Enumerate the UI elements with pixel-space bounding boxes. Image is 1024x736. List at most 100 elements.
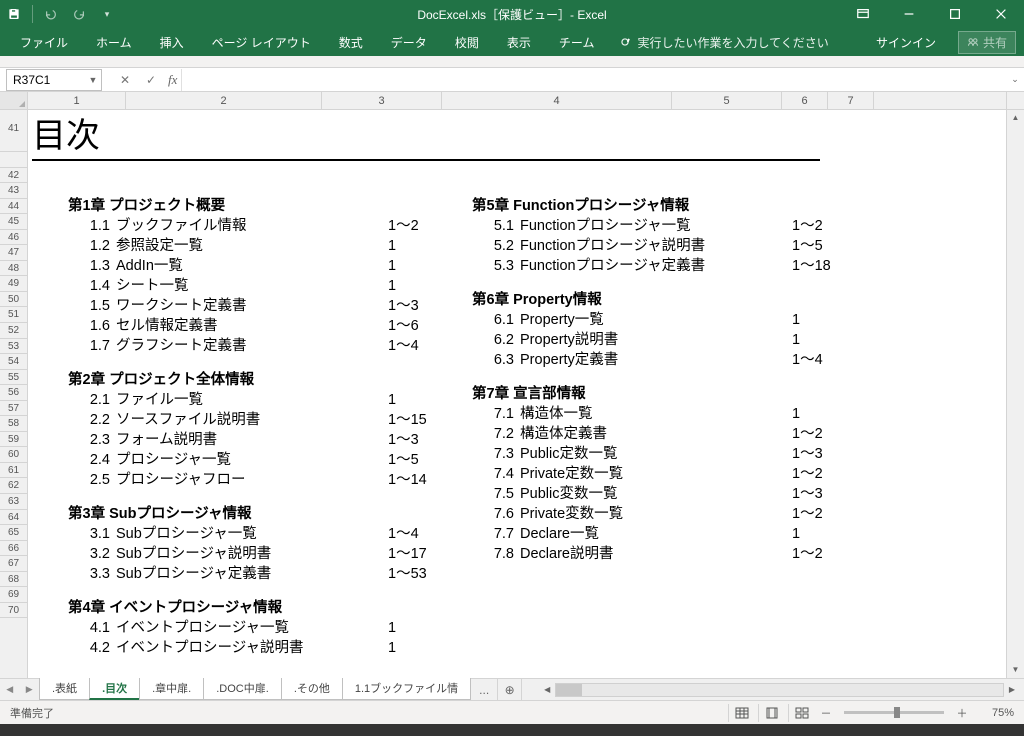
- row-header[interactable]: ·: [0, 152, 27, 168]
- sheet-tab[interactable]: .DOC中扉.: [203, 678, 282, 700]
- zoom-in-button[interactable]: ＋: [954, 705, 970, 721]
- row-header[interactable]: 43: [0, 183, 27, 199]
- worksheet-cells[interactable]: 目次 第1章 プロジェクト概要1.1ブックファイル情報1～21.2参照設定一覧1…: [28, 110, 1006, 678]
- row-header[interactable]: 58: [0, 416, 27, 432]
- row-header[interactable]: 48: [0, 261, 27, 277]
- page-layout-view-button[interactable]: [758, 704, 784, 722]
- row-header[interactable]: 61: [0, 463, 27, 479]
- row-header[interactable]: 53: [0, 339, 27, 355]
- row-header[interactable]: 56: [0, 385, 27, 401]
- toc-item: 3.1Subプロシージャ一覧1～4: [68, 524, 448, 544]
- zoom-level[interactable]: 75%: [974, 707, 1014, 719]
- save-button[interactable]: [0, 0, 28, 28]
- ribbon-tab-ページ レイアウト[interactable]: ページ レイアウト: [198, 28, 325, 56]
- scroll-up-arrow[interactable]: ▲: [1007, 110, 1024, 126]
- row-header[interactable]: 55: [0, 370, 27, 386]
- row-header[interactable]: 70: [0, 603, 27, 619]
- row-header[interactable]: 50: [0, 292, 27, 308]
- sheet-tab[interactable]: .その他: [281, 678, 343, 700]
- undo-button[interactable]: [37, 0, 65, 28]
- row-header[interactable]: 66: [0, 541, 27, 557]
- column-header[interactable]: 4: [442, 92, 672, 109]
- row-header[interactable]: 52: [0, 323, 27, 339]
- sign-in[interactable]: サインイン: [862, 34, 950, 51]
- row-header[interactable]: 54: [0, 354, 27, 370]
- row-header[interactable]: 57: [0, 401, 27, 417]
- add-sheet-button[interactable]: ⊕: [497, 679, 521, 700]
- tell-me[interactable]: 実行したい作業を入力してください: [618, 34, 828, 51]
- scroll-down-arrow[interactable]: ▼: [1007, 662, 1024, 678]
- toc-item: 5.2Functionプロシージャ説明書1～5: [472, 236, 852, 256]
- minimize-button[interactable]: [886, 0, 932, 28]
- sheet-tab[interactable]: .章中扉.: [139, 678, 204, 700]
- row-header[interactable]: 45: [0, 214, 27, 230]
- toc-item: 3.2Subプロシージャ説明書1～17: [68, 544, 448, 564]
- ribbon-tab-チーム[interactable]: チーム: [545, 28, 609, 56]
- ribbon-tab-挿入[interactable]: 挿入: [146, 28, 198, 56]
- row-header[interactable]: 60: [0, 447, 27, 463]
- scroll-right-arrow[interactable]: ▶: [1004, 685, 1020, 694]
- row-header[interactable]: 59: [0, 432, 27, 448]
- toc-item: 7.5Public変数一覧1～3: [472, 484, 852, 504]
- row-header[interactable]: 67: [0, 556, 27, 572]
- scroll-left-arrow[interactable]: ◀: [539, 685, 555, 694]
- cancel-formula-button[interactable]: ✕: [112, 69, 138, 91]
- row-header[interactable]: 65: [0, 525, 27, 541]
- vertical-scrollbar[interactable]: ▲ ▼: [1006, 110, 1024, 678]
- ribbon-tab-数式[interactable]: 数式: [325, 28, 377, 56]
- horizontal-scrollbar[interactable]: ◀ ▶: [535, 679, 1024, 700]
- toc-item: 5.3Functionプロシージャ定義書1～18: [472, 256, 852, 276]
- ribbon-tab-表示[interactable]: 表示: [493, 28, 545, 56]
- name-box-value: R37C1: [13, 73, 50, 87]
- row-header[interactable]: 47: [0, 245, 27, 261]
- ribbon-tab-データ[interactable]: データ: [377, 28, 441, 56]
- row-header[interactable]: 63: [0, 494, 27, 510]
- maximize-button[interactable]: [932, 0, 978, 28]
- sheet-tab[interactable]: 1.1ブックファイル情: [342, 678, 471, 700]
- ribbon-tab-ホーム[interactable]: ホーム: [82, 28, 146, 56]
- toc-item: 3.3Subプロシージャ定義書1～53: [68, 564, 448, 584]
- qat-customize[interactable]: ▾: [93, 0, 121, 28]
- row-header[interactable]: 46: [0, 230, 27, 246]
- column-header[interactable]: 5: [672, 92, 782, 109]
- sheet-tab-nav[interactable]: ◀▶: [0, 679, 40, 700]
- page-break-view-button[interactable]: [788, 704, 814, 722]
- share-button[interactable]: 共有: [958, 31, 1016, 54]
- ribbon-display-options[interactable]: [840, 0, 886, 28]
- enter-formula-button[interactable]: ✓: [138, 69, 164, 91]
- row-header[interactable]: 44: [0, 199, 27, 215]
- select-all[interactable]: [0, 92, 28, 109]
- normal-view-button[interactable]: [728, 704, 754, 722]
- zoom-slider[interactable]: [844, 711, 944, 714]
- row-header[interactable]: 62: [0, 478, 27, 494]
- column-header[interactable]: 1: [28, 92, 126, 109]
- ribbon-tab-ファイル[interactable]: ファイル: [6, 28, 82, 56]
- formula-input[interactable]: [181, 69, 1006, 91]
- more-sheets[interactable]: ...: [471, 679, 497, 700]
- close-button[interactable]: [978, 0, 1024, 28]
- row-header[interactable]: 49: [0, 276, 27, 292]
- column-header[interactable]: 3: [322, 92, 442, 109]
- column-header[interactable]: 2: [126, 92, 322, 109]
- row-header[interactable]: 42: [0, 168, 27, 184]
- sheet-tab[interactable]: .目次: [89, 678, 140, 700]
- fx-icon[interactable]: fx: [164, 72, 181, 88]
- sheet-tab[interactable]: .表紙: [39, 678, 90, 700]
- tab-splitter[interactable]: [521, 679, 535, 700]
- column-header[interactable]: 7: [828, 92, 874, 109]
- formula-bar: R37C1 ▼ ✕ ✓ fx ⌄: [0, 68, 1024, 92]
- expand-formula-bar[interactable]: ⌄: [1006, 74, 1024, 85]
- name-box-dropdown[interactable]: ▼: [85, 75, 101, 85]
- zoom-out-button[interactable]: －: [818, 705, 834, 721]
- ribbon-tab-校閲[interactable]: 校閲: [441, 28, 493, 56]
- column-header[interactable]: 6: [782, 92, 828, 109]
- row-header[interactable]: 69: [0, 587, 27, 603]
- row-header[interactable]: 68: [0, 572, 27, 588]
- row-header[interactable]: 51: [0, 307, 27, 323]
- name-box[interactable]: R37C1 ▼: [6, 69, 102, 91]
- row-header[interactable]: 64: [0, 510, 27, 526]
- row-header[interactable]: 41: [0, 110, 27, 152]
- row-headers: 41·4243444546474849505152535455565758596…: [0, 110, 28, 678]
- toc-item: 1.3AddIn一覧1: [68, 256, 448, 276]
- redo-button[interactable]: [65, 0, 93, 28]
